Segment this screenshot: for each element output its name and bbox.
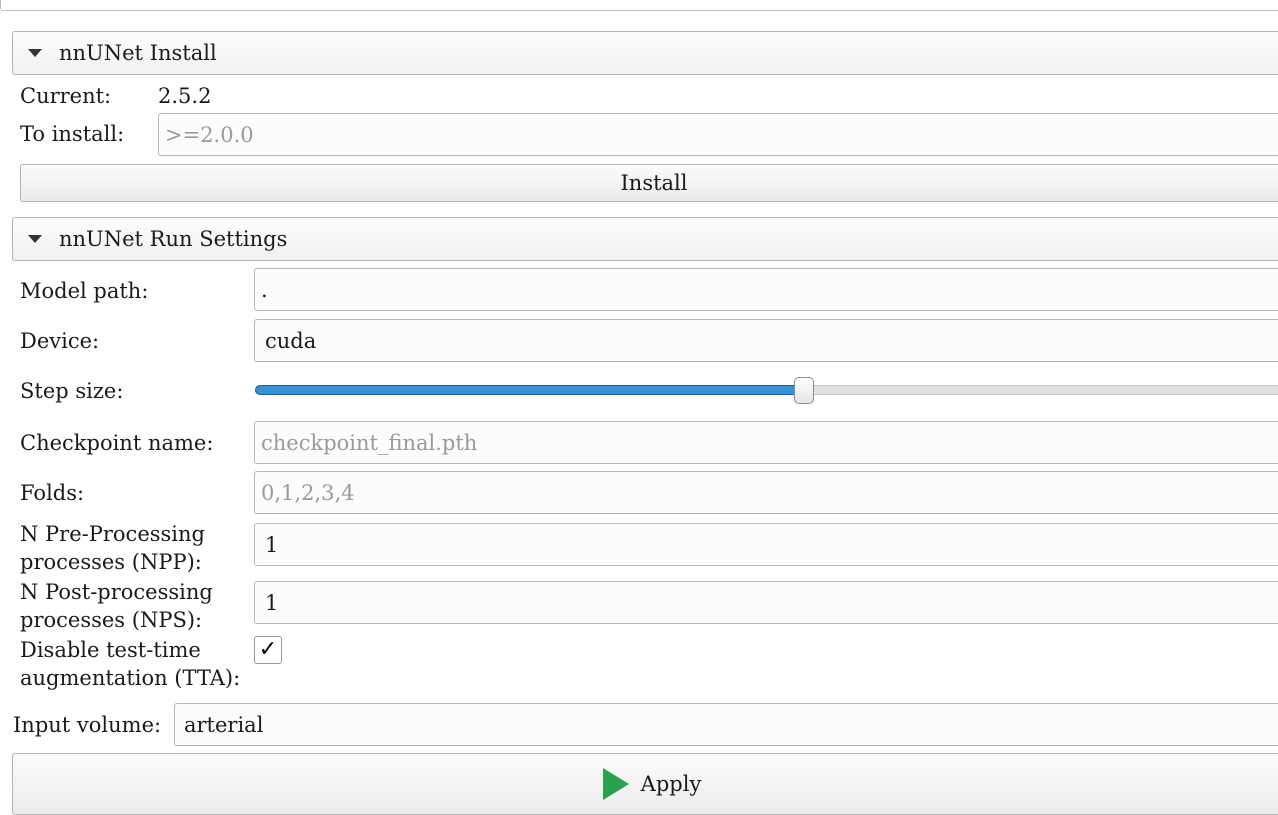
folds-label: Folds: bbox=[20, 481, 85, 505]
step-size-label: Step size: bbox=[20, 379, 124, 403]
nps-spinbox[interactable]: 1 bbox=[254, 581, 1278, 624]
nps-label-line2: processes (NPS): bbox=[20, 608, 203, 632]
top-panel-edge bbox=[0, 0, 1278, 11]
apply-button[interactable]: Apply bbox=[12, 753, 1278, 815]
model-path-input[interactable]: . bbox=[254, 268, 1278, 311]
install-section-title: nnUNet Install bbox=[59, 41, 217, 65]
run-settings-section-title: nnUNet Run Settings bbox=[59, 227, 288, 251]
step-size-slider-fill bbox=[255, 385, 807, 395]
input-volume-select[interactable]: arterial bbox=[174, 703, 1278, 746]
tta-checkbox[interactable]: ✓ bbox=[254, 636, 282, 664]
tta-label-line1: Disable test-time bbox=[20, 638, 201, 662]
npp-label-line2: processes (NPP): bbox=[20, 550, 202, 574]
tta-label-line2: augmentation (TTA): bbox=[20, 666, 241, 690]
collapse-triangle-icon bbox=[28, 49, 42, 57]
nps-label-line1: N Post-processing bbox=[20, 580, 213, 604]
checkpoint-name-input[interactable]: checkpoint_final.pth bbox=[254, 421, 1278, 464]
folds-input[interactable]: 0,1,2,3,4 bbox=[254, 471, 1278, 514]
step-size-slider-handle[interactable] bbox=[794, 377, 814, 404]
checkmark-icon: ✓ bbox=[258, 637, 278, 662]
input-volume-label: Input volume: bbox=[13, 713, 162, 737]
play-icon bbox=[602, 768, 629, 800]
npp-label-line1: N Pre-Processing bbox=[20, 522, 205, 546]
run-settings-section-header[interactable]: nnUNet Run Settings bbox=[12, 217, 1278, 261]
device-select[interactable]: cuda bbox=[254, 319, 1278, 362]
apply-button-label: Apply bbox=[640, 772, 702, 796]
to-install-label: To install: bbox=[20, 122, 125, 146]
collapse-triangle-icon bbox=[28, 235, 42, 243]
current-version-value: 2.5.2 bbox=[158, 84, 212, 108]
current-version-label: Current: bbox=[20, 84, 112, 108]
device-label: Device: bbox=[20, 329, 100, 353]
install-button-label: Install bbox=[620, 171, 688, 195]
to-install-input[interactable]: >=2.0.0 bbox=[158, 113, 1278, 156]
install-button[interactable]: Install bbox=[20, 164, 1278, 202]
npp-spinbox[interactable]: 1 bbox=[254, 523, 1278, 566]
checkpoint-name-label: Checkpoint name: bbox=[20, 431, 214, 455]
install-section-header[interactable]: nnUNet Install bbox=[12, 31, 1278, 75]
model-path-label: Model path: bbox=[20, 279, 149, 303]
